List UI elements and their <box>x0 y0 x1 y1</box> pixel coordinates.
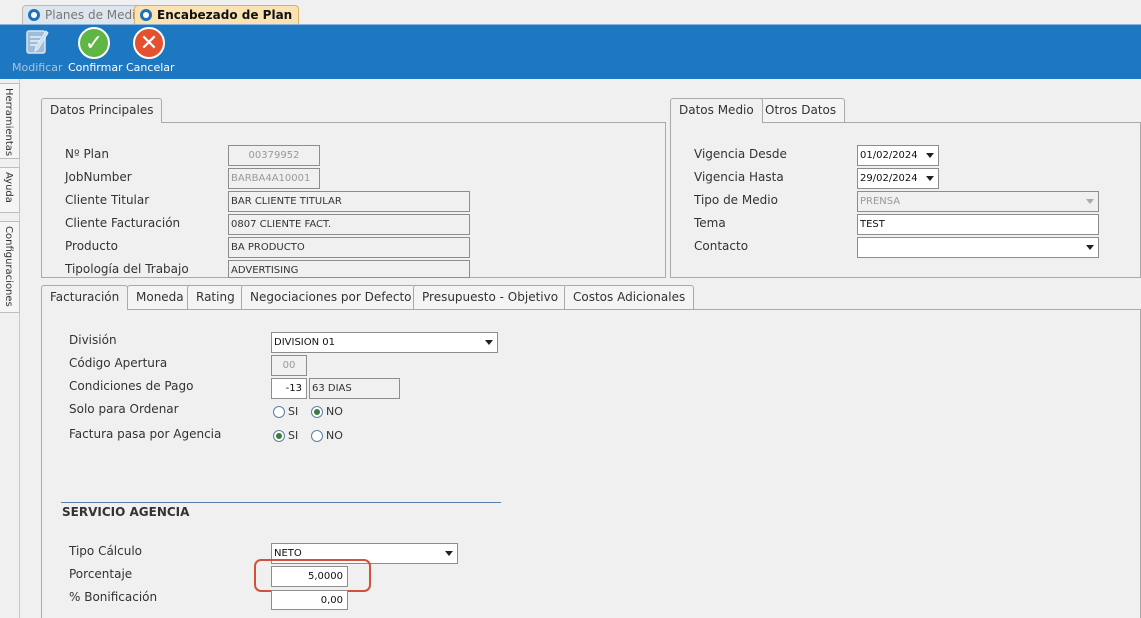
plan-icon <box>28 9 40 21</box>
job-number-field: BARBA4A10001 <box>228 168 320 189</box>
payment-terms-label: Condiciones de Pago <box>69 379 194 393</box>
valid-from-date-picker[interactable]: 01/02/2024 <box>857 145 939 166</box>
calc-type-value: NETO <box>274 548 302 559</box>
payment-description-field: 63 DIAS <box>309 378 400 399</box>
chevron-down-icon <box>1086 245 1094 250</box>
valid-to-date-picker[interactable]: 29/02/2024 <box>857 168 939 189</box>
percentage-label: Porcentaje <box>69 567 133 581</box>
valid-from-value: 01/02/2024 <box>860 150 918 161</box>
side-tab-label: Ayuda <box>3 172 14 203</box>
division-select[interactable]: DIVISION 01 <box>271 332 498 353</box>
tab-otros-datos[interactable]: Otros Datos <box>756 98 846 122</box>
product-label: Producto <box>65 239 118 253</box>
agency-invoice-label: Factura pasa por Agencia <box>69 427 222 441</box>
theme-input[interactable]: TEST <box>857 214 1099 235</box>
bonus-label: % Bonificación <box>69 590 158 604</box>
document-tabs: Planes de Medios Encabezado de Plan <box>0 0 1141 24</box>
detail-tabbar: Facturación Moneda Rating Negociaciones … <box>41 285 1141 310</box>
service-agency-title: SERVICIO AGENCIA <box>62 505 190 519</box>
edit-document-icon <box>21 27 53 59</box>
division-value: DIVISION 01 <box>274 337 335 348</box>
radio-icon <box>311 429 323 442</box>
tab-datos-principales[interactable]: Datos Principales <box>41 98 163 123</box>
client-holder-label: Cliente Titular <box>65 193 150 207</box>
side-tab-tools[interactable]: Herramientas <box>0 83 20 159</box>
tab-datos-medio[interactable]: Datos Medio <box>670 98 763 123</box>
bonus-input[interactable]: 0,00 <box>271 590 348 610</box>
medio-panel: Vigencia Desde 01/02/2024 Vigencia Hasta… <box>670 122 1141 278</box>
job-number-label: JobNumber <box>65 170 132 184</box>
doc-tab-encabezado-de-plan[interactable]: Encabezado de Plan <box>134 5 300 24</box>
principal-panel: Nº Plan 00379952 JobNumber BARBA4A10001 … <box>41 122 666 278</box>
radio-label: SI <box>288 405 299 418</box>
media-type-value: PRENSA <box>860 196 901 207</box>
order-only-no-radio[interactable]: NO <box>311 405 343 418</box>
chevron-down-icon <box>1086 199 1094 204</box>
tab-costos-adicionales[interactable]: Costos Adicionales <box>564 285 695 309</box>
side-tab-label: Herramientas <box>3 88 14 157</box>
calc-type-label: Tipo Cálculo <box>69 544 143 558</box>
radio-label: NO <box>326 429 343 442</box>
confirm-button[interactable]: ✓ Confirmar <box>68 27 123 74</box>
order-only-yes-radio[interactable]: SI <box>273 405 298 418</box>
close-icon: ✕ <box>133 27 165 59</box>
chevron-down-icon <box>445 551 453 556</box>
valid-to-label: Vigencia Hasta <box>694 170 784 184</box>
radio-label: SI <box>288 429 299 442</box>
billing-panel: División DIVISION 01 Código Apertura 00 … <box>41 309 1141 618</box>
billing-client-field: 0807 CLIENTE FACT. <box>228 214 470 235</box>
medio-tabbar: Datos Medio Otros Datos <box>670 98 1141 123</box>
client-holder-field: BAR CLIENTE TITULAR <box>228 191 470 212</box>
percentage-input[interactable]: 5,0000 <box>271 566 348 587</box>
contact-select[interactable] <box>857 237 1099 258</box>
side-panel: Herramientas Ayuda Configuraciones <box>0 79 20 618</box>
opening-code-label: Código Apertura <box>69 356 168 370</box>
radio-selected-icon <box>273 429 285 442</box>
toolbar: Modificar ✓ Confirmar ✕ Cancelar <box>0 24 1141 79</box>
work-type-field: ADVERTISING <box>228 260 470 278</box>
confirm-label: Confirmar <box>68 61 123 74</box>
payment-code-input[interactable]: -13 <box>271 378 307 399</box>
division-label: División <box>69 333 117 347</box>
side-tab-settings[interactable]: Configuraciones <box>0 221 20 313</box>
media-type-select: PRENSA <box>857 191 1099 212</box>
radio-label: NO <box>326 405 343 418</box>
modify-button[interactable]: Modificar <box>12 27 63 74</box>
order-only-label: Solo para Ordenar <box>69 402 179 416</box>
cancel-label: Cancelar <box>126 61 175 74</box>
billing-client-label: Cliente Facturación <box>65 216 181 230</box>
checkmark-icon: ✓ <box>78 27 110 59</box>
cancel-button[interactable]: ✕ Cancelar <box>126 27 175 74</box>
plan-header-form: Datos Principales Nº Plan 00379952 JobNu… <box>30 79 1141 618</box>
contact-label: Contacto <box>694 239 749 253</box>
side-tab-label: Configuraciones <box>3 226 14 307</box>
product-field: BA PRODUCTO <box>228 237 470 258</box>
plan-number-field: 00379952 <box>228 145 320 166</box>
agency-invoice-no-radio[interactable]: NO <box>311 429 343 442</box>
work-type-label: Tipología del Trabajo <box>65 262 189 276</box>
chevron-down-icon <box>926 176 934 181</box>
theme-label: Tema <box>694 216 726 230</box>
valid-from-label: Vigencia Desde <box>694 147 787 161</box>
plan-number-label: Nº Plan <box>65 147 109 161</box>
modify-label: Modificar <box>12 61 63 74</box>
plan-icon <box>140 9 152 21</box>
radio-icon <box>273 405 285 418</box>
side-tab-help[interactable]: Ayuda <box>0 167 20 213</box>
principal-tabbar: Datos Principales <box>41 98 666 123</box>
section-divider <box>61 502 501 503</box>
tab-negociaciones[interactable]: Negociaciones por Defecto <box>241 285 421 309</box>
media-type-label: Tipo de Medio <box>694 193 778 207</box>
tab-presupuesto[interactable]: Presupuesto - Objetivo <box>413 285 568 309</box>
chevron-down-icon <box>926 153 934 158</box>
tab-moneda[interactable]: Moneda <box>127 285 193 309</box>
doc-tab-label: Encabezado de Plan <box>157 8 293 22</box>
tab-facturacion[interactable]: Facturación <box>41 285 129 310</box>
opening-code-field: 00 <box>271 355 307 376</box>
chevron-down-icon <box>485 340 493 345</box>
agency-invoice-yes-radio[interactable]: SI <box>273 429 298 442</box>
valid-to-value: 29/02/2024 <box>860 173 918 184</box>
tab-rating[interactable]: Rating <box>187 285 244 309</box>
radio-selected-icon <box>311 405 323 418</box>
